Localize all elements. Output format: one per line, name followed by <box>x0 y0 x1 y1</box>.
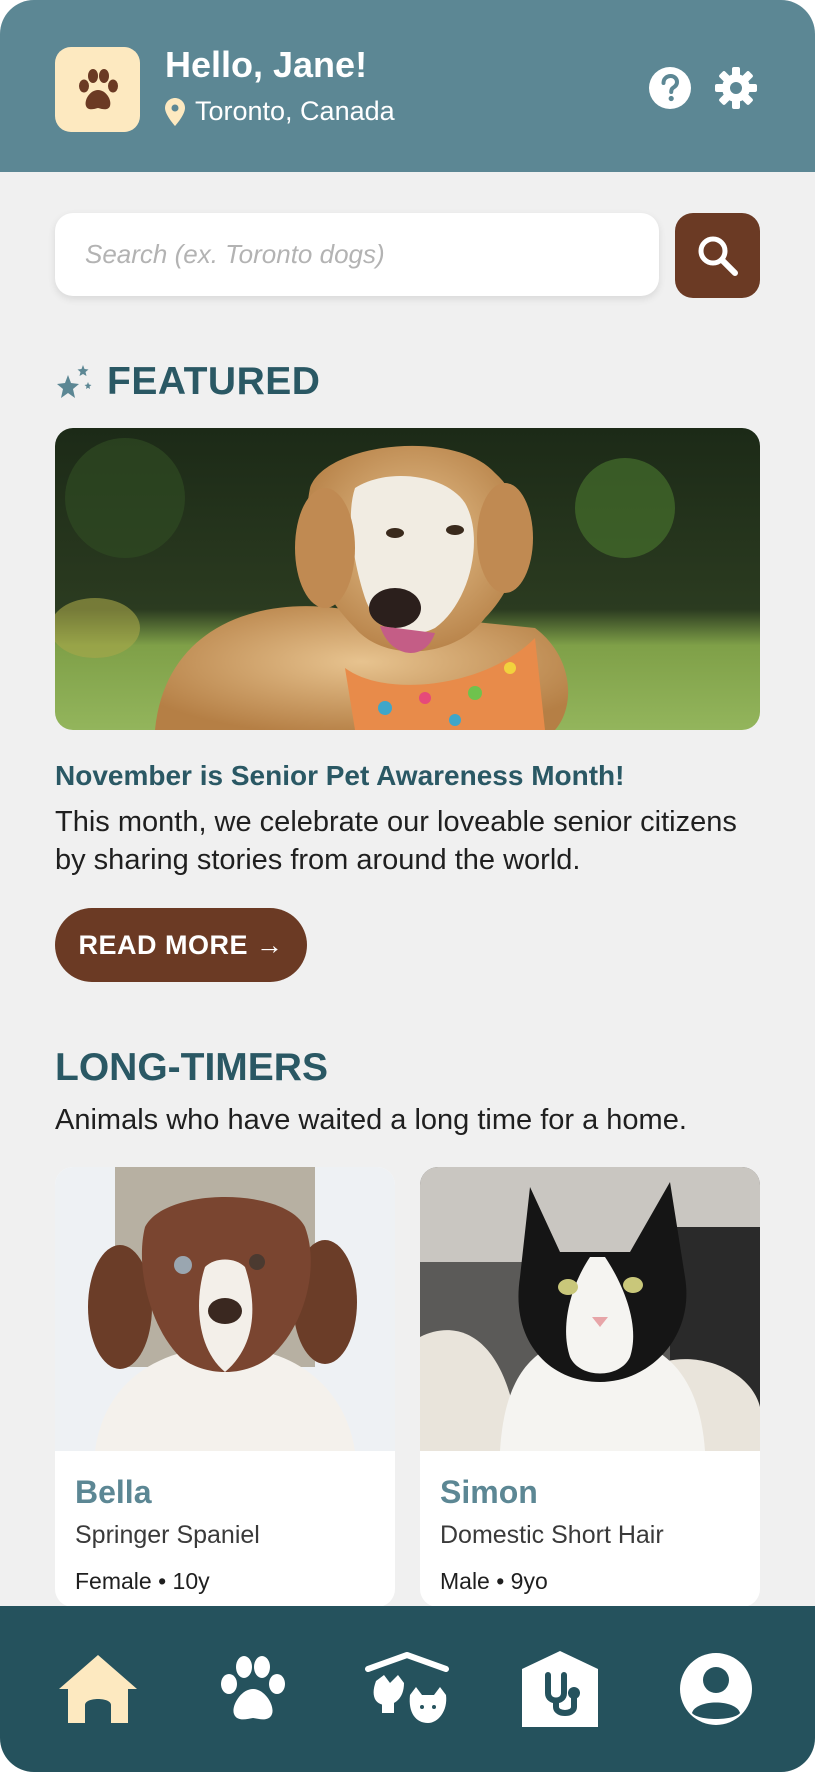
home-icon <box>59 1655 137 1723</box>
pet-photo <box>55 1167 395 1451</box>
spaniel-photo <box>55 1167 395 1451</box>
search-icon <box>698 236 738 276</box>
pet-name: Simon <box>440 1474 538 1510</box>
article-title[interactable]: November is Senior Pet Awareness Month! <box>55 760 625 792</box>
pet-card-simon[interactable]: Simon Domestic Short Hair Male • 9yo <box>420 1167 760 1607</box>
pet-meta: Male • 9yo <box>440 1568 548 1594</box>
vet-icon <box>522 1651 598 1727</box>
paw-icon <box>78 68 118 109</box>
nav-pets[interactable] <box>208 1644 298 1734</box>
senior-dog-photo <box>55 428 760 730</box>
location-pin-icon <box>165 97 185 126</box>
profile-icon <box>680 1653 752 1725</box>
pet-photo <box>420 1167 760 1451</box>
bottom-nav <box>0 1606 815 1772</box>
app-header: Hello, Jane! Toronto, Canada <box>0 0 815 172</box>
pet-meta: Female • 10y <box>75 1568 210 1594</box>
long-timers-subtitle: Animals who have waited a long time for … <box>55 1104 687 1136</box>
cat-photo <box>420 1167 760 1451</box>
pet-card-bella[interactable]: Bella Springer Spaniel Female • 10y <box>55 1167 395 1607</box>
nav-vet[interactable] <box>515 1644 605 1734</box>
app-logo <box>55 47 140 132</box>
article-body: This month, we celebrate our loveable se… <box>55 806 737 876</box>
sparkle-star-icon <box>57 365 92 398</box>
help-button[interactable] <box>648 66 692 110</box>
read-more-button[interactable]: READ MORE → <box>55 908 307 982</box>
search-button[interactable] <box>675 213 760 298</box>
featured-heading: FEATURED <box>55 360 320 404</box>
pet-breed: Springer Spaniel <box>75 1521 260 1549</box>
settings-button[interactable] <box>714 66 758 110</box>
long-timers-title: LONG-TIMERS <box>55 1046 328 1089</box>
gear-icon <box>715 67 757 109</box>
featured-title: FEATURED <box>107 360 321 403</box>
search-input[interactable] <box>55 213 659 296</box>
nav-profile[interactable] <box>671 1644 761 1734</box>
location-text: Toronto, Canada <box>195 96 395 126</box>
nav-shelter[interactable] <box>362 1644 452 1734</box>
featured-image[interactable] <box>55 428 760 730</box>
location-row[interactable]: Toronto, Canada <box>165 96 395 127</box>
shelter-icon <box>365 1652 449 1723</box>
greeting-text: Hello, Jane! <box>165 44 368 85</box>
app-screen: Hello, Jane! Toronto, Canada Search (ex.… <box>0 0 815 1772</box>
nav-home[interactable] <box>53 1644 143 1734</box>
pet-name: Bella <box>75 1474 152 1510</box>
help-icon <box>649 67 691 109</box>
pet-breed: Domestic Short Hair <box>440 1521 664 1549</box>
paw-icon <box>221 1656 285 1720</box>
